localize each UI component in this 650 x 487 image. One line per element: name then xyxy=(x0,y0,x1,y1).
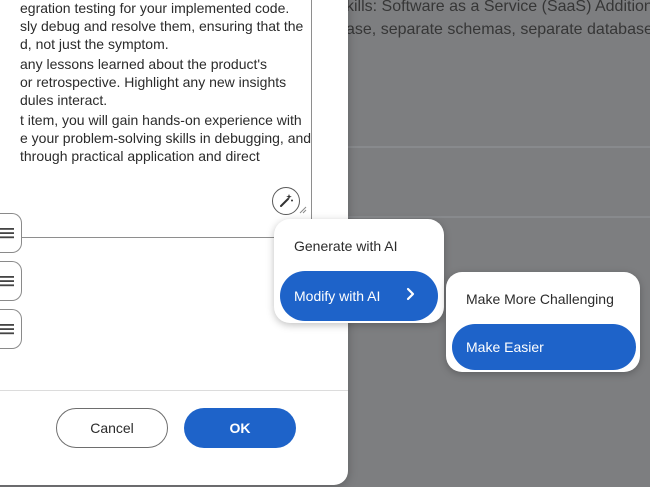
menu-item-modify-with-ai[interactable]: Modify with AI xyxy=(280,271,438,321)
ai-assist-button[interactable] xyxy=(272,187,300,215)
background-text-line: kills: Software as a Service (SaaS) Addi… xyxy=(346,0,650,15)
description-line: d, not just the symptom. xyxy=(20,36,169,52)
description-line: through practical application and direct xyxy=(20,148,260,164)
menu-item-generate-with-ai[interactable]: Generate with AI xyxy=(280,221,438,271)
description-line: any lessons learned about the product's xyxy=(20,56,268,72)
background-divider xyxy=(346,216,650,218)
chevron-right-icon xyxy=(406,287,415,301)
menu-item-make-more-challenging[interactable]: Make More Challenging xyxy=(452,274,634,324)
ok-button[interactable]: OK xyxy=(184,408,296,448)
cancel-button[interactable]: Cancel xyxy=(56,408,168,448)
description-line: egration testing for your implemented co… xyxy=(20,0,290,16)
hamburger-icon xyxy=(0,324,14,335)
description-line: or retrospective. Highlight any new insi… xyxy=(20,74,287,90)
description-line: t item, you will gain hands-on experienc… xyxy=(20,112,302,128)
background-divider xyxy=(346,146,650,148)
modify-submenu: Make More Challenging Make Easier xyxy=(446,272,640,372)
list-item-menu-button[interactable] xyxy=(0,261,22,301)
description-line: sly debug and resolve them, ensuring tha… xyxy=(20,18,304,34)
ai-menu: Generate with AI Modify with AI xyxy=(274,219,444,323)
footer-divider xyxy=(0,390,348,391)
list-item-menu-button[interactable] xyxy=(0,309,22,349)
background-text-line: ase, separate schemas, separate database xyxy=(346,21,650,38)
list-item-menu-button[interactable] xyxy=(0,213,22,253)
menu-item-label: Modify with AI xyxy=(294,288,381,304)
hamburger-icon xyxy=(0,228,14,239)
description-line: e your problem-solving skills in debuggi… xyxy=(20,130,312,146)
resize-grip-icon[interactable] xyxy=(299,206,307,214)
menu-item-make-easier[interactable]: Make Easier xyxy=(452,324,636,370)
magic-wand-icon xyxy=(280,194,293,207)
hamburger-icon xyxy=(0,276,14,287)
description-line: dules interact. xyxy=(20,92,108,108)
